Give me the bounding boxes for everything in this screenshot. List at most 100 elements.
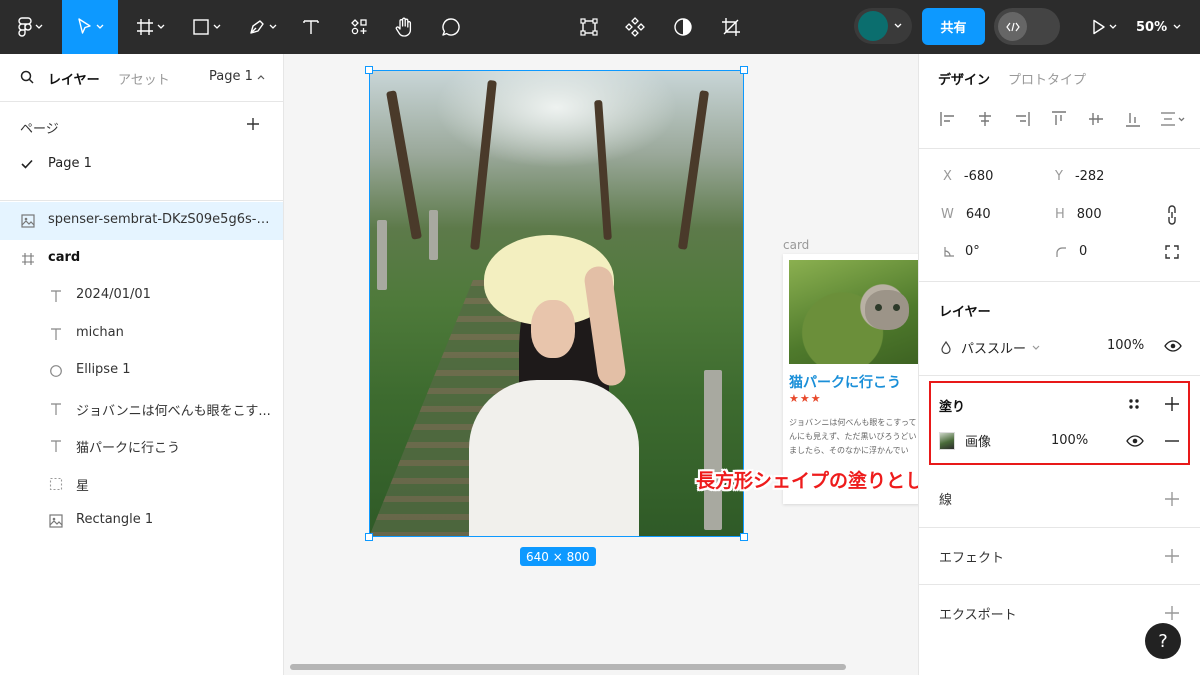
component-button[interactable] (622, 0, 648, 54)
fill-highlight-box (929, 381, 1190, 465)
figma-logo-icon (17, 17, 32, 37)
text-icon (303, 20, 319, 34)
layer-opacity[interactable]: 100% (1107, 338, 1144, 353)
move-tool-button[interactable] (62, 0, 118, 54)
eye-icon[interactable] (1164, 340, 1182, 352)
search-icon[interactable] (20, 70, 34, 84)
distribute-icon[interactable] (1159, 110, 1185, 128)
chevron-down-icon (269, 24, 276, 29)
selected-image-rectangle[interactable] (369, 70, 744, 537)
crop-button[interactable] (718, 0, 744, 54)
resources-icon (351, 19, 367, 35)
h-label: H (1055, 207, 1065, 222)
play-icon (1092, 19, 1105, 35)
mask-button[interactable] (670, 0, 696, 54)
person-face (531, 300, 575, 358)
rotation-field[interactable]: 0° (943, 244, 980, 259)
align-center-h-icon[interactable] (976, 110, 994, 128)
constrain-proportions-icon[interactable] (1165, 204, 1179, 226)
tab-design[interactable]: デザイン (938, 69, 990, 88)
x-value: -680 (963, 169, 994, 184)
divider (0, 200, 283, 201)
fill-type: 画像 (965, 435, 992, 450)
hand-tool-button[interactable] (389, 0, 419, 54)
zoom-control[interactable]: 50% (1136, 0, 1181, 54)
component-set-button[interactable] (576, 0, 602, 54)
frame-tool-button[interactable] (128, 0, 172, 54)
canvas[interactable]: 640 × 800 card 猫パークに行こう ★★★ ジョバンニは何べんも眼を… (284, 54, 918, 675)
align-right-icon[interactable] (1013, 110, 1031, 128)
add-page-icon[interactable] (245, 116, 261, 132)
annotation-callout: 長方形シェイプの塗りとして、画像が設定される (696, 470, 918, 492)
align-left-icon[interactable] (939, 110, 957, 128)
layer-name: 2024/01/01 (76, 287, 151, 302)
add-fill-icon[interactable] (1164, 396, 1180, 412)
frame-label[interactable]: card (783, 238, 809, 252)
blend-mode-select[interactable]: パススルー (941, 338, 1040, 357)
tab-prototype[interactable]: プロトタイプ (1008, 69, 1086, 88)
main-menu-button[interactable] (10, 0, 50, 54)
styles-icon[interactable] (1127, 397, 1141, 411)
text-tool-button[interactable] (296, 0, 326, 54)
layer-name: spenser-sembrat-DKzS09e5g6s-u... (48, 212, 276, 227)
ellipse-icon (48, 363, 64, 379)
layer-section-title: レイヤー (939, 305, 991, 320)
chevron-down-icon (1032, 345, 1040, 350)
layer-row[interactable]: 猫パークに行こう (0, 427, 283, 465)
page-item-label: Page 1 (48, 156, 92, 171)
page-item[interactable]: Page 1 (0, 150, 283, 180)
dev-mode-toggle[interactable] (994, 8, 1060, 45)
height-field[interactable]: H 800 (1055, 207, 1102, 222)
x-label: X (943, 169, 952, 184)
help-button[interactable]: ? (1145, 623, 1181, 659)
add-export-icon[interactable] (1164, 605, 1180, 621)
layer-row[interactable]: 2024/01/01 (0, 277, 283, 315)
present-button[interactable] (1086, 0, 1122, 54)
x-field[interactable]: X -680 (943, 169, 993, 184)
cat-eye (875, 304, 882, 311)
fence-post (429, 210, 438, 260)
layer-row[interactable]: michan (0, 315, 283, 353)
independent-corners-icon[interactable] (1165, 245, 1179, 259)
divider (919, 527, 1200, 528)
horizontal-scrollbar[interactable] (290, 664, 846, 670)
divider (919, 584, 1200, 585)
left-panel: レイヤー アセット Page 1 ページ Page 1 spenser-semb… (0, 54, 284, 675)
resize-handle[interactable] (365, 66, 373, 74)
tab-assets[interactable]: アセット (118, 69, 170, 88)
layer-row[interactable]: 星 (0, 465, 283, 503)
card-body-text: ジョバンニは何べんも眼をこすってんにも見えず、ただ黒いびろうどいましたら、そのな… (789, 418, 917, 455)
fill-opacity[interactable]: 100% (1051, 433, 1088, 448)
layer-row[interactable]: spenser-sembrat-DKzS09e5g6s-u... (0, 202, 283, 240)
text-icon (48, 401, 64, 417)
resources-button[interactable] (344, 0, 374, 54)
fence-post (704, 370, 722, 530)
eye-icon[interactable] (1126, 435, 1144, 447)
resize-handle[interactable] (740, 533, 748, 541)
resize-handle[interactable] (740, 66, 748, 74)
y-field[interactable]: Y -282 (1055, 169, 1104, 184)
align-top-icon[interactable] (1050, 110, 1068, 128)
layer-row[interactable]: Rectangle 1 (0, 502, 283, 540)
align-center-v-icon[interactable] (1087, 110, 1105, 128)
pen-tool-button[interactable] (240, 0, 284, 54)
comment-tool-button[interactable] (436, 0, 466, 54)
align-bottom-icon[interactable] (1124, 110, 1142, 128)
resize-handle[interactable] (365, 533, 373, 541)
hand-icon (395, 17, 412, 37)
remove-fill-icon[interactable] (1164, 433, 1180, 449)
width-field[interactable]: W 640 (941, 207, 991, 222)
share-button[interactable]: 共有 (922, 8, 985, 45)
tab-layers[interactable]: レイヤー (48, 69, 100, 88)
page-selector[interactable]: Page 1 (209, 69, 265, 84)
layer-row[interactable]: Ellipse 1 (0, 352, 283, 390)
corner-radius-field[interactable]: 0 (1055, 244, 1087, 259)
add-effect-icon[interactable] (1164, 548, 1180, 564)
fill-item[interactable]: 画像 (939, 431, 991, 450)
add-stroke-icon[interactable] (1164, 491, 1180, 507)
layer-row[interactable]: ジョバンニは何べんも眼をこす... (0, 390, 283, 428)
layer-row[interactable]: card (0, 240, 283, 278)
multiplayer-avatars[interactable] (854, 8, 912, 44)
frame-icon (136, 19, 153, 35)
shape-tool-button[interactable] (184, 0, 228, 54)
